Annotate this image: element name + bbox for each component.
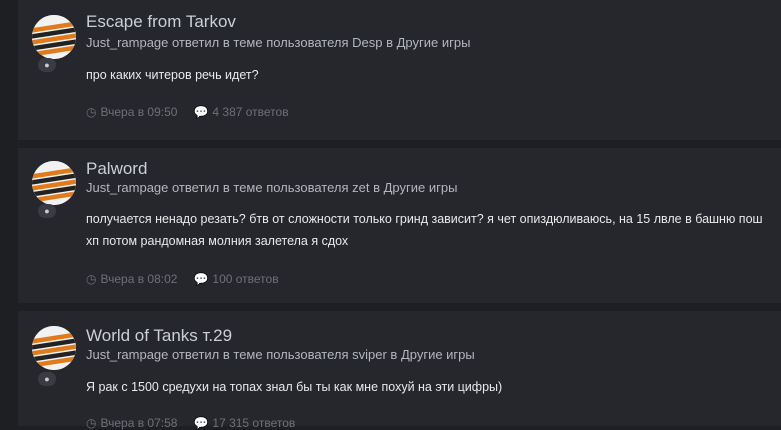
activity-byline: Just_rampage ответил в теме пользователя… bbox=[86, 180, 458, 195]
avatar[interactable] bbox=[32, 161, 76, 205]
snippet-line: про каких читеров речь идет? bbox=[86, 68, 259, 82]
post-time[interactable]: Вчера в 09:50 bbox=[100, 105, 177, 119]
activity-meta: ◷ Вчера в 08:02 💬 100 ответов bbox=[86, 272, 279, 286]
comment-badge-icon: ● bbox=[38, 372, 56, 386]
post-snippet: про каких читеров речь идет? bbox=[86, 64, 259, 86]
post-snippet: Я рак с 1500 средухи на топах знал бы ты… bbox=[86, 376, 502, 398]
activity-byline: Just_rampage ответил в теме пользователя… bbox=[86, 35, 471, 50]
topic-title[interactable]: Palword bbox=[86, 159, 147, 179]
avatar[interactable] bbox=[32, 326, 76, 370]
reply-count: 100 ответов bbox=[212, 272, 279, 286]
comment-icon: 💬 bbox=[193, 416, 209, 430]
post-time[interactable]: Вчера в 07:58 bbox=[100, 416, 177, 430]
snippet-line: хп потом рандомная молния залетела я сдо… bbox=[86, 234, 349, 248]
comment-icon: 💬 bbox=[193, 105, 209, 119]
activity-item: ● Palword Just_rampage ответил в теме по… bbox=[18, 148, 781, 303]
post-snippet: получается ненадо резать? бтв от сложнос… bbox=[86, 208, 763, 252]
activity-meta: ◷ Вчера в 07:58 💬 17 315 ответов bbox=[86, 416, 295, 430]
reply-count: 17 315 ответов bbox=[212, 416, 296, 430]
avatar[interactable] bbox=[32, 15, 76, 59]
reply-count: 4 387 ответов bbox=[212, 105, 289, 119]
comment-icon: 💬 bbox=[193, 272, 209, 286]
snippet-line: Я рак с 1500 средухи на топах знал бы ты… bbox=[86, 380, 503, 394]
comment-badge-icon: ● bbox=[38, 58, 56, 72]
clock-icon: ◷ bbox=[86, 416, 97, 430]
post-time[interactable]: Вчера в 08:02 bbox=[100, 272, 177, 286]
clock-icon: ◷ bbox=[86, 105, 97, 119]
activity-item: ● Escape from Tarkov Just_rampage ответи… bbox=[18, 0, 781, 140]
activity-meta: ◷ Вчера в 09:50 💬 4 387 ответов bbox=[86, 105, 289, 119]
clock-icon: ◷ bbox=[86, 272, 97, 286]
topic-title[interactable]: Escape from Tarkov bbox=[86, 12, 236, 32]
snippet-line: получается ненадо резать? бтв от сложнос… bbox=[86, 212, 763, 226]
comment-badge-icon: ● bbox=[38, 204, 56, 218]
topic-title[interactable]: World of Tanks т.29 bbox=[86, 326, 232, 346]
activity-item: ● World of Tanks т.29 Just_rampage ответ… bbox=[18, 311, 781, 430]
activity-feed: ● Escape from Tarkov Just_rampage ответи… bbox=[0, 0, 781, 430]
activity-byline: Just_rampage ответил в теме пользователя… bbox=[86, 347, 475, 362]
